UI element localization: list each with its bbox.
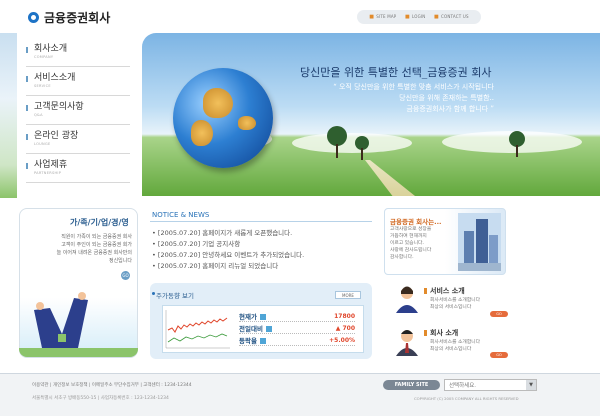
building-icon xyxy=(458,213,501,271)
company-person-icon xyxy=(393,326,421,356)
go-button[interactable]: GO xyxy=(490,311,508,317)
menu-item-lounge[interactable]: 온라인 광장 LOUNGE xyxy=(26,131,130,154)
go-button[interactable]: GO xyxy=(121,271,130,280)
company-card-text: 회사서비스를 소개합니다 최상의 서비스입니다 xyxy=(430,340,481,352)
terms-link[interactable]: 이용약관 xyxy=(32,383,49,388)
more-button[interactable]: MORE xyxy=(335,291,361,299)
service-person-icon xyxy=(393,283,421,313)
logo[interactable]: 금융증권회사 xyxy=(28,9,110,26)
notice-item[interactable]: • [2005.07.20] 기업 공지사항 xyxy=(152,238,240,248)
stock-row-current: 현재가 17800 xyxy=(239,312,355,322)
stock-row-rate: 등락율 +5.00% xyxy=(239,336,355,346)
logo-mark-icon xyxy=(28,12,39,23)
top-nav: ■ SITE MAP ■ LOGIN ■ CONTACT US xyxy=(357,10,481,24)
menu-item-partnership[interactable]: 사업제휴 PARTNERSHIP xyxy=(26,160,130,183)
chevron-down-icon[interactable]: ▼ xyxy=(526,380,536,390)
privacy-link[interactable]: 개인정보 보호정책 xyxy=(53,383,88,388)
menu-item-service[interactable]: 서비스소개 SERVICE xyxy=(26,73,130,96)
menu-decoration xyxy=(0,33,17,198)
login-link[interactable]: ■ LOGIN xyxy=(405,14,425,20)
notice-item[interactable]: • [2005.07.20] 홈페이지 리뉴얼 되었습니다 xyxy=(152,260,278,270)
family-site-select[interactable]: 선택하세요. ▼ xyxy=(444,379,537,391)
notice-title: NOTICE & NEWS xyxy=(152,211,210,219)
promo-text: 고객사랑으로 성장을 거듭하여 현재까지 이르고 있습니다. 사랑에 감사드립니… xyxy=(390,227,432,260)
stock-chart-icon xyxy=(165,310,230,349)
bullet-icon xyxy=(424,330,427,336)
site-map-link[interactable]: ■ SITE MAP xyxy=(369,14,396,20)
hero-quote-line: “ 오직 당신만을 위한 특별한 맞춤 서비스가 시작됩니다 xyxy=(333,83,494,91)
family-site-label: FAMILY SITE xyxy=(383,380,440,390)
logo-text: 금융증권회사 xyxy=(44,11,111,25)
tree-icon xyxy=(327,126,347,160)
hero-headline: 당신만을 위한 특별한 선택_금융증권 회사 xyxy=(300,66,492,79)
family-management-title: 가/족/기/업/경/영 xyxy=(70,218,129,227)
footer-address: 서울특별시 서초구 방배동550-15 | 사업자등록번호 : 123-1234… xyxy=(32,396,169,401)
family-management-text: 직원이 가족이 되는 금융증권 회사 고객이 주인이 되는 금융증권 회가 늘 … xyxy=(56,234,132,264)
promo-title: 금융증권 회사는... xyxy=(390,218,442,226)
bullet-icon xyxy=(424,288,427,294)
menu-item-qna[interactable]: 고객문의사항 Q&A xyxy=(26,102,130,125)
go-button[interactable]: GO xyxy=(490,352,508,358)
globe-image xyxy=(173,68,273,168)
menu-item-company[interactable]: 회사소개 COMPANY xyxy=(26,44,130,67)
notice-item[interactable]: • [2005.07.20] 안녕하세요 이벤트가 추가되었습니다. xyxy=(152,249,304,259)
stock-title: 주가동향 보기 xyxy=(156,292,194,300)
notice-item[interactable]: • [2005.07.20] 홈페이지가 새롭게 오픈했습니다. xyxy=(152,227,292,237)
contact-us-link[interactable]: ■ CONTACT US xyxy=(434,14,469,20)
arrow-icon xyxy=(259,338,266,344)
copyright: COPYRIGHT (C) 2005 COMPANY ALL RIGHTS RE… xyxy=(414,396,519,401)
grass xyxy=(19,348,138,357)
customer-center: 고객센터 : 1234-12344 xyxy=(143,383,192,388)
email-refusal-link[interactable]: 이메일주소 무단수집거부 xyxy=(92,383,139,388)
tree-icon xyxy=(509,131,525,159)
stock-row-change: 전일대비 ▲ 700 xyxy=(239,324,355,334)
hero-quote-line: 당신만을 위해 존재하는 특별함.. xyxy=(399,94,494,102)
company-card-title[interactable]: 회사 소개 xyxy=(430,328,458,338)
arrow-icon xyxy=(265,326,272,332)
bullet-icon xyxy=(152,292,155,295)
tree-icon xyxy=(355,136,369,162)
arrow-icon xyxy=(259,314,266,320)
footer-links: 이용약관 | 개인정보 보호정책 | 이메일주소 무단수집거부 | 고객센터 :… xyxy=(32,383,192,388)
hero-quote-line: 금융증권회사가 함께 합니다 ” xyxy=(406,105,494,113)
divider xyxy=(150,221,372,222)
service-card-title[interactable]: 서비스 소개 xyxy=(430,286,465,296)
person-illustration-icon xyxy=(34,292,88,348)
service-card-text: 회사서비스를 소개합니다 최상의 서비스입니다 xyxy=(430,298,481,310)
